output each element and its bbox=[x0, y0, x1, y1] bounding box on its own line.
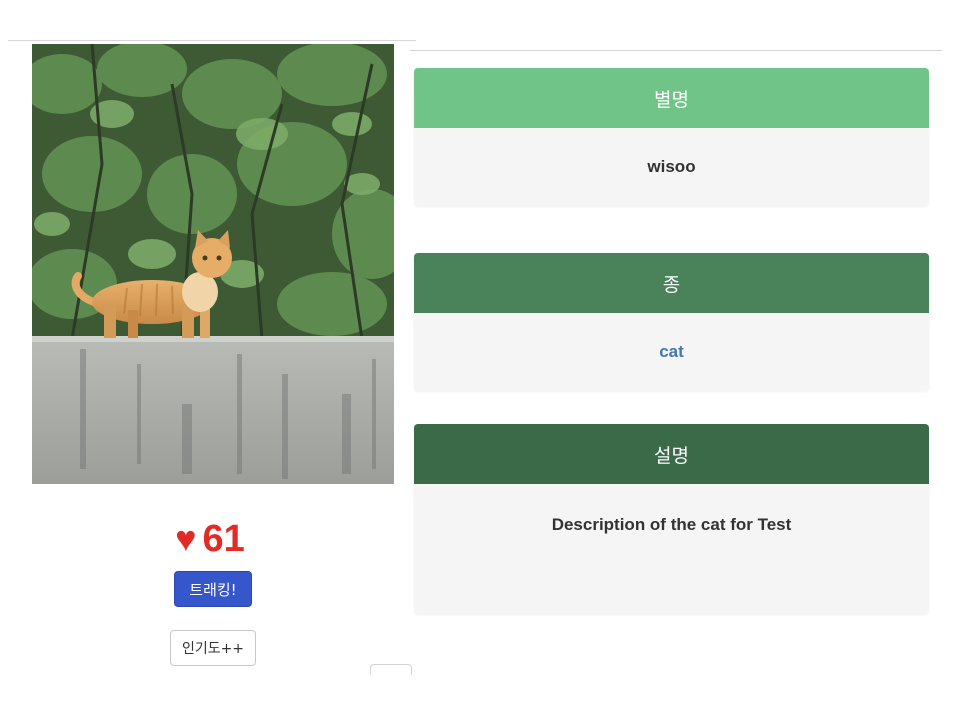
species-link[interactable]: cat bbox=[414, 313, 929, 391]
track-button[interactable]: 트래킹! bbox=[174, 571, 252, 607]
description-text: Description of the cat for Test bbox=[551, 515, 792, 534]
species-card: 종 cat bbox=[414, 253, 929, 391]
nickname-value: wisoo bbox=[647, 157, 696, 176]
likes-count: ♥ 61 bbox=[32, 514, 388, 564]
description-card-title: 설명 bbox=[414, 424, 929, 484]
nickname-card-title: 별명 bbox=[414, 68, 929, 128]
cat-photo bbox=[32, 44, 394, 484]
heart-icon: ♥ bbox=[175, 518, 197, 559]
popularity-button[interactable]: 인기도++ bbox=[170, 630, 256, 666]
nickname-card: 별명 wisoo bbox=[414, 68, 929, 206]
likes-value: 61 bbox=[202, 518, 245, 560]
partial-button[interactable] bbox=[370, 664, 412, 675]
description-card: 설명 Description of the cat for Test bbox=[414, 424, 929, 614]
top-divider-right bbox=[410, 50, 942, 51]
top-divider-left bbox=[8, 40, 416, 41]
species-card-title: 종 bbox=[414, 253, 929, 313]
